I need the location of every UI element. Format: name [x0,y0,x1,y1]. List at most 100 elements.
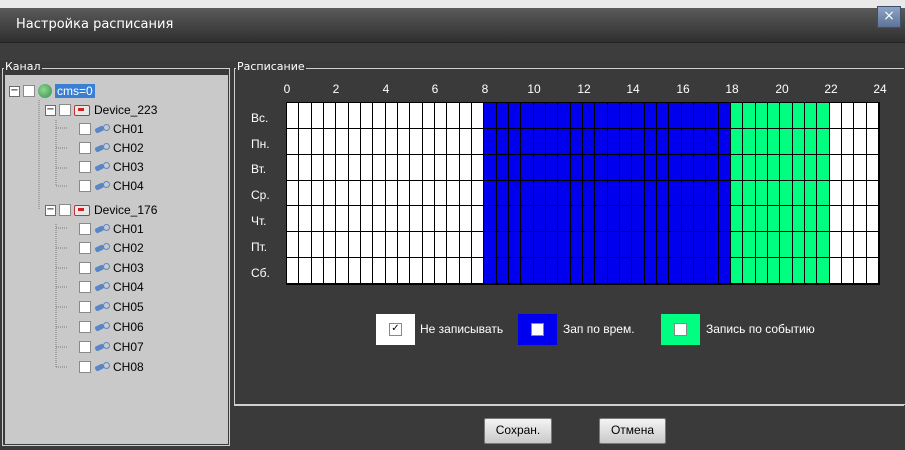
schedule-cell[interactable] [472,258,485,284]
schedule-cell[interactable] [644,103,657,129]
legend-swatch-event[interactable] [661,314,700,345]
schedule-cell[interactable] [435,232,448,259]
schedule-grid[interactable] [286,102,880,285]
schedule-cell[interactable] [509,180,522,207]
channel-label[interactable]: CH07 [113,340,144,354]
schedule-cell[interactable] [607,103,620,129]
schedule-cell[interactable] [546,180,559,207]
schedule-cell[interactable] [743,128,756,155]
schedule-cell[interactable] [805,232,818,259]
channel-label[interactable]: CH05 [113,300,144,314]
schedule-cell[interactable] [373,206,386,233]
schedule-cell[interactable] [595,154,608,181]
schedule-cell[interactable] [373,128,386,155]
schedule-cell[interactable] [620,128,633,155]
schedule-cell[interactable] [743,258,756,284]
schedule-cell[interactable] [755,206,768,233]
channel-checkbox[interactable] [79,180,91,192]
schedule-cell[interactable] [546,103,559,129]
schedule-cell[interactable] [570,180,583,207]
schedule-cell[interactable] [459,180,472,207]
channel-tree[interactable]: − cms=0 − Device_223 CH01 CH02 CH03 CH04… [5,75,228,444]
schedule-cell[interactable] [336,154,349,181]
tree-node-device[interactable]: − Device_176 [45,201,157,219]
schedule-cell[interactable] [435,258,448,284]
checkbox-icon[interactable] [674,323,687,336]
schedule-cell[interactable] [842,103,855,129]
checkbox-icon[interactable] [531,323,544,336]
schedule-cell[interactable] [768,258,781,284]
schedule-cell[interactable] [694,128,707,155]
schedule-cell[interactable] [694,103,707,129]
schedule-cell[interactable] [792,232,805,259]
schedule-cell[interactable] [422,103,435,129]
schedule-cell[interactable] [595,180,608,207]
schedule-cell[interactable] [632,206,645,233]
schedule-cell[interactable] [348,103,361,129]
schedule-cell[interactable] [472,180,485,207]
schedule-cell[interactable] [829,180,842,207]
cancel-button[interactable]: Отмена [599,418,666,444]
schedule-cell[interactable] [459,232,472,259]
schedule-cell[interactable] [583,206,596,233]
schedule-cell[interactable] [718,232,731,259]
schedule-cell[interactable] [792,103,805,129]
schedule-cell[interactable] [299,206,312,233]
schedule-cell[interactable] [805,103,818,129]
tree-node-channel[interactable]: CH04 [79,177,144,195]
collapse-icon[interactable]: − [45,104,56,116]
schedule-cell[interactable] [681,128,694,155]
schedule-cell[interactable] [422,128,435,155]
schedule-cell[interactable] [533,103,546,129]
schedule-cell[interactable] [706,180,719,207]
schedule-cell[interactable] [620,206,633,233]
schedule-cell[interactable] [324,206,337,233]
schedule-cell[interactable] [718,180,731,207]
schedule-cell[interactable] [632,258,645,284]
schedule-cell[interactable] [768,154,781,181]
schedule-cell[interactable] [644,232,657,259]
schedule-cell[interactable] [558,103,571,129]
schedule-cell[interactable] [620,154,633,181]
tree-node-channel[interactable]: CH02 [79,139,144,157]
root-label[interactable]: cms=0 [55,84,95,98]
schedule-cell[interactable] [854,154,867,181]
schedule-cell[interactable] [447,154,460,181]
schedule-cell[interactable] [657,128,670,155]
schedule-cell[interactable] [583,180,596,207]
schedule-cell[interactable] [731,128,744,155]
schedule-cell[interactable] [805,258,818,284]
schedule-cell[interactable] [546,232,559,259]
checkbox-checked-icon[interactable]: ✓ [389,323,402,336]
root-checkbox[interactable] [23,85,35,97]
schedule-cell[interactable] [459,103,472,129]
schedule-cell[interactable] [829,258,842,284]
schedule-cell[interactable] [743,154,756,181]
schedule-cell[interactable] [583,154,596,181]
tree-node-channel[interactable]: CH07 [79,338,144,356]
schedule-cell[interactable] [447,180,460,207]
schedule-cell[interactable] [299,258,312,284]
schedule-cell[interactable] [792,206,805,233]
schedule-cell[interactable] [385,258,398,284]
schedule-cell[interactable] [632,154,645,181]
schedule-cell[interactable] [780,154,793,181]
channel-checkbox[interactable] [79,242,91,254]
channel-label[interactable]: CH08 [113,360,144,374]
schedule-cell[interactable] [768,232,781,259]
channel-label[interactable]: CH02 [113,141,144,155]
schedule-cell[interactable] [533,154,546,181]
schedule-cell[interactable] [583,103,596,129]
schedule-cell[interactable] [657,206,670,233]
tree-node-channel[interactable]: CH05 [79,298,144,316]
schedule-cell[interactable] [385,206,398,233]
schedule-cell[interactable] [620,232,633,259]
schedule-cell[interactable] [854,128,867,155]
schedule-cell[interactable] [570,128,583,155]
schedule-cell[interactable] [644,154,657,181]
schedule-cell[interactable] [595,128,608,155]
schedule-cell[interactable] [311,103,324,129]
schedule-cell[interactable] [546,154,559,181]
schedule-cell[interactable] [422,180,435,207]
schedule-cell[interactable] [780,180,793,207]
